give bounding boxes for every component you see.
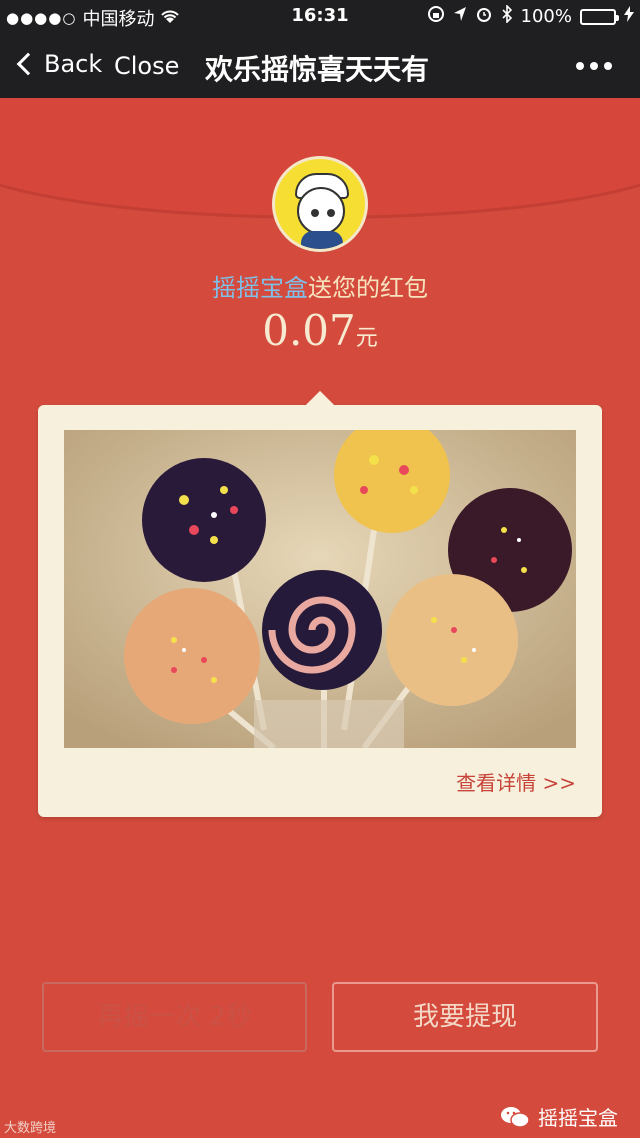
nav-bar: Back Close 欢乐摇惊喜天天有	[0, 38, 640, 94]
sender-avatar	[272, 156, 368, 252]
withdraw-button[interactable]: 我要提现	[332, 982, 598, 1052]
red-packet: 摇摇宝盒送您的红包 0.07元 查看详情 >> 再摇一次 2秒 我要提现 大数跨…	[0, 98, 640, 1138]
status-bar: ●●●●○ 中国移动 16:31 100%	[0, 0, 640, 34]
wechat-icon	[500, 1105, 530, 1129]
ad-photo[interactable]	[64, 430, 576, 748]
shake-again-button[interactable]: 再摇一次 2秒	[42, 982, 307, 1052]
bluetooth-icon	[501, 4, 513, 28]
back-button[interactable]: Back	[16, 50, 103, 78]
alarm-icon	[475, 5, 493, 28]
location-icon	[453, 6, 467, 27]
view-details-link[interactable]: 查看详情 >>	[456, 767, 576, 796]
ad-card[interactable]: 查看详情 >>	[38, 405, 602, 817]
sender-line: 摇摇宝盒送您的红包	[0, 268, 640, 303]
amount-unit: 元	[355, 326, 378, 351]
top-bar: ●●●●○ 中国移动 16:31 100% Back Close 欢乐摇惊喜天天…	[0, 0, 640, 98]
page-title: 欢乐摇惊喜天天有	[205, 53, 430, 86]
more-dots-icon	[576, 62, 584, 70]
watermark-left-text: 大数跨境	[4, 1121, 57, 1136]
charging-icon	[624, 6, 634, 27]
more-menu-button[interactable]	[576, 62, 612, 70]
battery-percent: 100%	[520, 6, 572, 27]
amount-value: 0.07	[262, 306, 356, 355]
amount: 0.07元	[0, 306, 640, 355]
chevron-left-icon	[16, 52, 40, 76]
battery-icon	[580, 8, 619, 25]
sender-name[interactable]: 摇摇宝盒	[212, 274, 308, 302]
watermark-right: 摇摇宝盒	[500, 1102, 618, 1131]
watermark-left: 大数跨境	[4, 1117, 56, 1136]
sender-suffix: 送您的红包	[308, 274, 428, 302]
close-button[interactable]: Close	[114, 52, 179, 80]
watermark-right-text: 摇摇宝盒	[538, 1106, 618, 1130]
rotation-lock-icon	[427, 5, 445, 28]
back-label: Back	[44, 50, 103, 78]
